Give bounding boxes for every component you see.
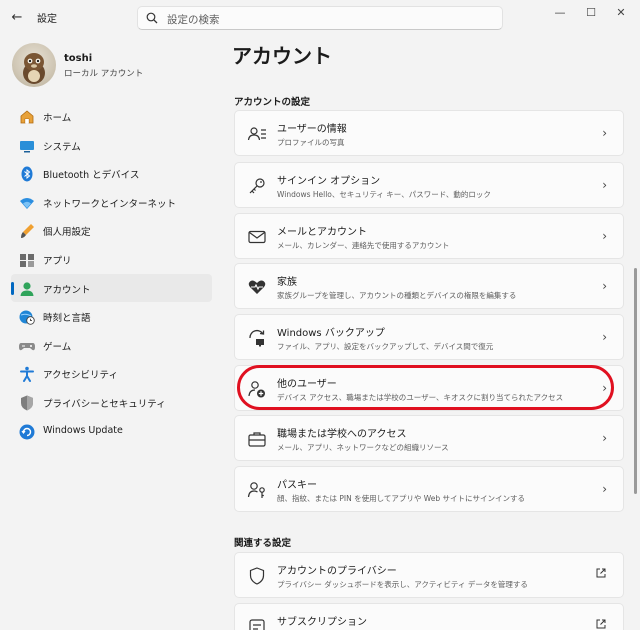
title-bar: ← 設定 設定の検索 — ☐ ✕ — [0, 0, 640, 36]
maximize-button[interactable]: ☐ — [579, 4, 603, 22]
gamepad-icon — [19, 342, 35, 350]
apps-icon — [20, 253, 34, 267]
minimize-button[interactable]: — — [548, 4, 572, 22]
card-title: ユーザーの情報 — [277, 124, 347, 135]
card-family[interactable]: 家族 家族グループを管理し、アカウントの種類とデバイスの権限を編集する › — [234, 263, 624, 309]
card-subtitle: 家族グループを管理し、アカウントの種類とデバイスの権限を編集する — [277, 291, 517, 300]
sidebar-item-accounts[interactable]: アカウント — [11, 273, 212, 303]
sidebar-item-label: ネットワークとインターネット — [43, 198, 177, 210]
sidebar-item-time-language[interactable]: 時刻と言語 — [11, 302, 212, 331]
mail-icon — [248, 230, 266, 244]
wifi-icon — [20, 197, 34, 209]
close-button[interactable]: ✕ — [609, 4, 633, 22]
backup-icon — [249, 330, 265, 347]
chevron-right-icon: › — [602, 279, 607, 293]
card-subtitle: プロファイルの写真 — [277, 138, 345, 147]
user-name: toshi — [64, 53, 93, 64]
section-title-related-settings: 関連する設定 — [234, 538, 292, 549]
card-subtitle: プライバシー ダッシュボードを表示し、アクティビティ データを管理する — [277, 580, 528, 589]
brush-icon — [21, 224, 34, 239]
update-icon — [19, 424, 35, 440]
sidebar-item-bluetooth[interactable]: Bluetooth とデバイス — [11, 159, 212, 188]
card-title: メールとアカウント — [277, 227, 367, 238]
card-subtitle: Windows Hello、セキュリティ キー、パスワード、動的ロック — [277, 190, 491, 199]
chevron-right-icon: › — [602, 229, 607, 243]
card-subtitle: 顔、指紋、または PIN を使用してアプリや Web サイトにサインインする — [277, 494, 526, 503]
card-subscriptions[interactable]: サブスクリプション — [234, 603, 624, 630]
sidebar-item-network[interactable]: ネットワークとインターネット — [11, 188, 212, 217]
sidebar-item-label: アクセシビリティ — [43, 370, 118, 382]
avatar — [12, 43, 56, 87]
sidebar-item-label: プライバシーとセキュリティ — [43, 398, 166, 410]
sidebar-item-label: ゲーム — [43, 341, 72, 353]
sidebar-item-accessibility[interactable]: アクセシビリティ — [11, 359, 212, 388]
back-button[interactable]: ← — [6, 7, 28, 29]
chevron-right-icon: › — [602, 178, 607, 192]
highlight-annotation-ring — [237, 365, 614, 410]
sidebar-item-system[interactable]: システム — [11, 131, 212, 160]
sidebar-item-label: Windows Update — [43, 424, 123, 436]
sidebar-item-label: アカウント — [43, 284, 91, 296]
page-title: アカウント — [232, 44, 332, 68]
chevron-right-icon: › — [602, 431, 607, 445]
search-placeholder: 設定の検索 — [167, 14, 220, 26]
home-icon — [20, 110, 34, 124]
card-passkeys[interactable]: パスキー 顔、指紋、または PIN を使用してアプリや Web サイトにサインイ… — [234, 466, 624, 512]
card-title: 家族 — [277, 277, 297, 288]
card-email-accounts[interactable]: メールとアカウント メール、カレンダー、連絡先で使用するアカウント › — [234, 213, 624, 259]
sidebar-item-label: Bluetooth とデバイス — [43, 170, 140, 182]
card-subtitle: メール、カレンダー、連絡先で使用するアカウント — [277, 241, 450, 250]
passkey-icon — [247, 482, 265, 498]
sidebar-item-label: システム — [43, 141, 81, 153]
sidebar-item-privacy[interactable]: プライバシーとセキュリティ — [11, 388, 212, 417]
card-windows-backup[interactable]: Windows バックアップ ファイル、アプリ、設定をバックアップして、デバイス… — [234, 314, 624, 360]
sidebar-item-home[interactable]: ホーム — [11, 102, 212, 131]
sidebar-item-personalization[interactable]: 個人用設定 — [11, 216, 212, 245]
search-box[interactable]: 設定の検索 — [137, 6, 503, 30]
card-title: アカウントのプライバシー — [277, 566, 397, 577]
card-title: パスキー — [277, 480, 317, 491]
card-title: 職場または学校へのアクセス — [277, 429, 407, 440]
card-title: サブスクリプション — [277, 617, 367, 628]
sidebar-item-apps[interactable]: アプリ — [11, 245, 212, 274]
sidebar-item-label: 時刻と言語 — [43, 313, 91, 325]
briefcase-icon — [248, 432, 266, 447]
monitor-icon — [20, 140, 34, 153]
sidebar-item-label: 個人用設定 — [43, 227, 91, 239]
scrollbar-thumb[interactable] — [634, 268, 637, 494]
key-icon — [249, 178, 265, 194]
subscription-icon — [249, 619, 265, 630]
card-your-info[interactable]: ユーザーの情報 プロファイルの写真 › — [234, 110, 624, 156]
sidebar-item-windows-update[interactable]: Windows Update — [11, 417, 212, 446]
sidebar-item-label: ホーム — [43, 113, 72, 124]
sidebar-nav: ホーム システム Bluetooth とデバイス ネットワークとインターネット … — [11, 102, 212, 445]
card-title: サインイン オプション — [277, 176, 381, 187]
accessibility-icon — [20, 367, 34, 383]
family-heart-icon — [248, 280, 266, 294]
account-type: ローカル アカウント — [64, 69, 144, 79]
external-link-icon — [596, 619, 606, 629]
bluetooth-icon — [21, 166, 33, 182]
chevron-right-icon: › — [602, 330, 607, 344]
user-info-icon — [247, 127, 266, 141]
card-sign-in-options[interactable]: サインイン オプション Windows Hello、セキュリティ キー、パスワー… — [234, 162, 624, 208]
card-subtitle: メール、アプリ、ネットワークなどの組織リソース — [277, 443, 449, 452]
person-icon — [20, 281, 34, 296]
card-subtitle: ファイル、アプリ、設定をバックアップして、デバイス間で復元 — [277, 342, 494, 351]
avatar-image-icon — [23, 53, 45, 84]
section-title-account-settings: アカウントの設定 — [234, 97, 311, 108]
card-work-school-access[interactable]: 職場または学校へのアクセス メール、アプリ、ネットワークなどの組織リソース › — [234, 415, 624, 461]
chevron-right-icon: › — [602, 126, 607, 140]
card-account-privacy[interactable]: アカウントのプライバシー プライバシー ダッシュボードを表示し、アクティビティ … — [234, 552, 624, 598]
shield-outline-icon — [249, 567, 265, 585]
external-link-icon — [596, 568, 606, 578]
search-icon — [146, 12, 158, 24]
shield-icon — [21, 395, 33, 411]
clock-globe-icon — [19, 310, 35, 325]
sidebar-item-gaming[interactable]: ゲーム — [11, 331, 212, 360]
chevron-right-icon: › — [602, 482, 607, 496]
app-title: 設定 — [37, 14, 57, 25]
sidebar-item-label: アプリ — [43, 255, 72, 267]
card-title: Windows バックアップ — [277, 328, 385, 339]
